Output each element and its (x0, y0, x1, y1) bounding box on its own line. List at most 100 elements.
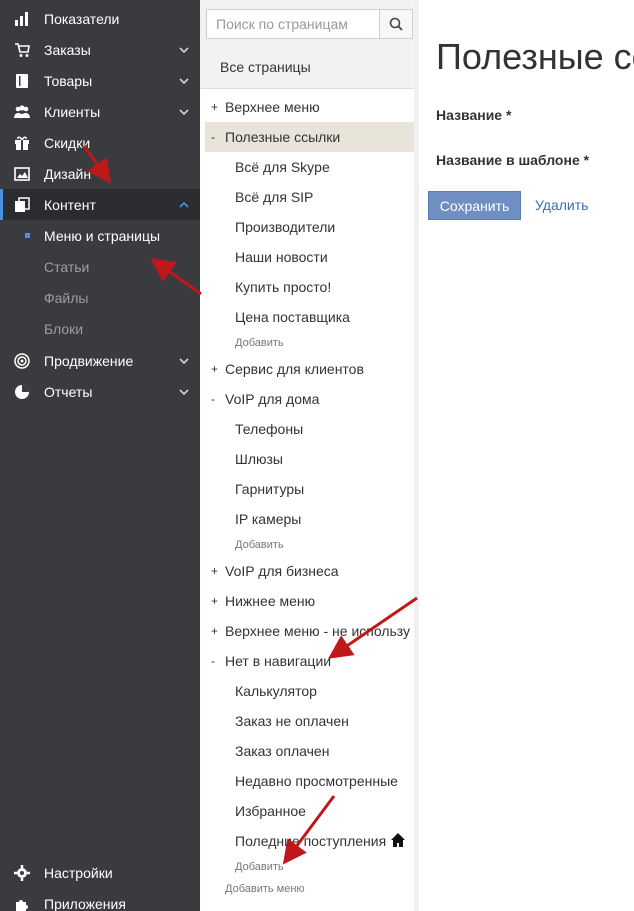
page-link[interactable]: IP камеры (235, 504, 301, 534)
add-menu-link[interactable]: Добавить меню (225, 883, 305, 895)
expand-toggle[interactable]: + (211, 624, 218, 638)
search-input[interactable] (206, 9, 380, 39)
home-icon[interactable] (390, 832, 406, 848)
sidebar-item-clients[interactable]: Клиенты (0, 96, 200, 127)
expand-toggle[interactable]: + (211, 362, 218, 376)
current-dot (25, 233, 30, 238)
sidebar-item-label: Приложения (44, 895, 126, 911)
add-page-link[interactable]: Добавить (235, 539, 284, 551)
sidebar-item-discounts[interactable]: Скидки (0, 127, 200, 158)
chevron-up-icon[interactable] (178, 199, 190, 211)
page-link[interactable]: Заказ оплачен (235, 736, 329, 766)
chevron-down-icon[interactable] (178, 386, 190, 398)
chevron-down-icon[interactable] (178, 44, 190, 56)
active-indicator (0, 189, 3, 220)
chevron-down-icon[interactable] (178, 75, 190, 87)
chevron-down-icon[interactable] (178, 355, 190, 367)
image-icon (14, 166, 30, 181)
sidebar-item-orders[interactable]: Заказы (0, 34, 200, 65)
sidebar-item-products[interactable]: Товары (0, 65, 200, 96)
menu-group-row[interactable]: + Нижнее меню (205, 586, 414, 616)
menu-group-row[interactable]: + Сервис для клиентов (205, 354, 414, 384)
sidebar-item-label: Отчеты (44, 383, 93, 400)
sidebar-subitem-files[interactable]: Файлы (0, 282, 200, 313)
sidebar-subitem-articles[interactable]: Статьи (0, 251, 200, 282)
page-link[interactable]: Недавно просмотренные (235, 766, 398, 796)
menu-group-label[interactable]: VoIP для дома (225, 391, 319, 407)
menu-group-label[interactable]: Верхнее меню - не использу (225, 623, 410, 639)
app: Показатели Заказы Товары Клиенты Скидки … (0, 0, 634, 911)
expand-toggle[interactable]: + (211, 564, 218, 578)
sidebar-item-label: Настройки (44, 864, 113, 881)
page-link[interactable]: Заказ не оплачен (235, 706, 349, 736)
sidebar-item-dashboard[interactable]: Показатели (0, 3, 200, 34)
sidebar-item-label: Дизайн (44, 165, 92, 182)
sidebar-item-label: Клиенты (44, 103, 101, 120)
menu-group-row[interactable]: + VoIP для бизнеса (205, 556, 414, 586)
sidebar-subitem-label: Блоки (44, 320, 84, 337)
field-name-label: Название * (436, 107, 512, 123)
copy-icon (15, 196, 30, 212)
sidebar-item-settings[interactable]: Настройки (0, 857, 200, 888)
menu-group-label[interactable]: Нет в навигации (225, 653, 331, 669)
sidebar-item-reports[interactable]: Отчеты (0, 376, 200, 407)
sidebar-item-label: Продвижение (44, 352, 134, 369)
sidebar-subitem-menu-pages[interactable]: Меню и страницы (0, 220, 200, 251)
sidebar-subitem-label: Меню и страницы (44, 227, 161, 244)
page-link[interactable]: Производители (235, 212, 335, 242)
page-link[interactable]: Всё для Skype (235, 152, 330, 182)
main-content: Полезные ссылки Название * Название в ша… (420, 0, 634, 911)
menu-group-label[interactable]: Нижнее меню (225, 593, 315, 609)
expand-toggle[interactable]: + (211, 100, 218, 114)
collapse-toggle[interactable]: - (211, 130, 215, 144)
target-icon (14, 352, 30, 369)
menu-group-label[interactable]: VoIP для бизнеса (225, 563, 339, 579)
cart-icon (15, 42, 30, 57)
menu-group-row[interactable]: + Верхнее меню - не использу (205, 616, 414, 646)
sidebar-subitem-blocks[interactable]: Блоки (0, 313, 200, 344)
menu-group-row[interactable]: - VoIP для дома (205, 384, 414, 414)
bar-chart-icon (15, 11, 28, 26)
menu-group-row[interactable]: + Верхнее меню (205, 92, 414, 122)
page-link[interactable]: Купить просто! (235, 272, 331, 302)
menu-group-label[interactable]: Полезные ссылки (225, 129, 340, 145)
sidebar-item-design[interactable]: Дизайн (0, 158, 200, 189)
panel-scrollbar[interactable] (414, 0, 419, 911)
search-button[interactable] (380, 9, 413, 39)
menu-group-label[interactable]: Сервис для клиентов (225, 361, 364, 377)
pages-panel: Все страницы + Верхнее меню - Полезные с… (200, 0, 419, 911)
book-icon (16, 73, 28, 88)
sidebar-item-label: Контент (44, 196, 96, 213)
add-page-link[interactable]: Добавить (235, 861, 284, 873)
page-link[interactable]: Избранное (235, 796, 306, 826)
menu-group-row[interactable]: - Нет в навигации (205, 646, 414, 676)
sidebar-item-content[interactable]: Контент (0, 189, 200, 220)
page-title: Полезные ссылки (436, 36, 634, 77)
sidebar-item-promotion[interactable]: Продвижение (0, 345, 200, 376)
sidebar-item-label: Показатели (44, 10, 120, 27)
page-link[interactable]: Наши новости (235, 242, 328, 272)
chevron-down-icon[interactable] (178, 106, 190, 118)
sidebar-item-apps[interactable]: Приложения (0, 888, 200, 911)
all-pages-label: Все страницы (220, 59, 311, 75)
page-link[interactable]: Цена поставщика (235, 302, 350, 332)
menu-group-label[interactable]: Верхнее меню (225, 99, 320, 115)
page-link[interactable]: Калькулятор (235, 676, 317, 706)
page-link[interactable]: Телефоны (235, 414, 303, 444)
add-page-link[interactable]: Добавить (235, 337, 284, 349)
page-link[interactable]: Всё для SIP (235, 182, 313, 212)
page-link[interactable]: Гарнитуры (235, 474, 304, 504)
pie-chart-icon (15, 384, 29, 399)
collapse-toggle[interactable]: - (211, 392, 215, 406)
sidebar: Показатели Заказы Товары Клиенты Скидки … (0, 0, 200, 911)
sidebar-subitem-label: Статьи (44, 258, 90, 275)
page-link[interactable]: Поледние поступления (235, 826, 386, 856)
save-button[interactable]: Сохранить (428, 191, 521, 220)
menu-group-row-selected[interactable]: - Полезные ссылки (205, 122, 414, 152)
all-pages-link[interactable]: Все страницы (200, 45, 414, 89)
collapse-toggle[interactable]: - (211, 654, 215, 668)
page-link[interactable]: Шлюзы (235, 444, 283, 474)
expand-toggle[interactable]: + (211, 594, 218, 608)
page-link-label[interactable]: Поледние поступления (235, 833, 386, 849)
delete-link[interactable]: Удалить (535, 197, 588, 213)
